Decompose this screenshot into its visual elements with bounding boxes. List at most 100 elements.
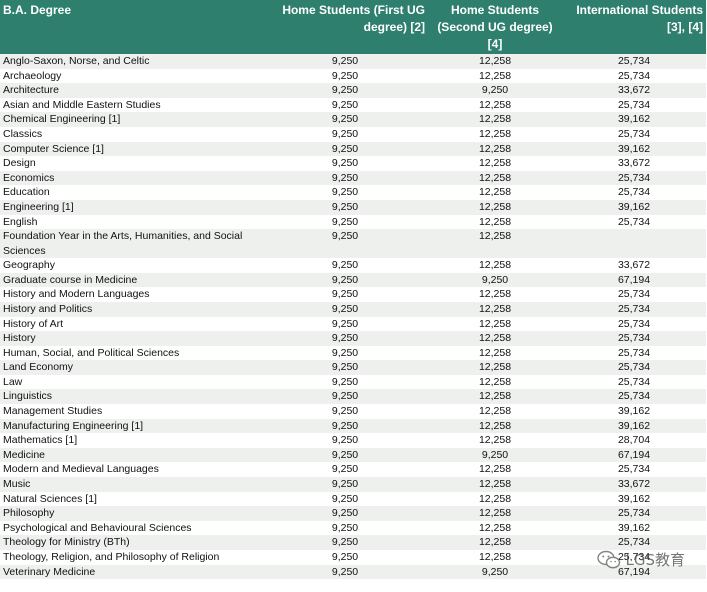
degree-cell: Linguistics	[0, 389, 262, 405]
table-row: Classics 9,250 12,258 25,734	[0, 126, 706, 142]
home-first-cell: 9,250	[262, 83, 428, 98]
table-row: Mathematics [1] 9,250 12,258 28,704	[0, 433, 706, 448]
home-second-cell: 12,258	[428, 550, 562, 565]
table-row: Natural Sciences [1] 9,250 12,258 39,162	[0, 491, 706, 507]
home-second-cell: 12,258	[428, 214, 562, 230]
home-second-cell: 12,258	[428, 345, 562, 361]
table-row: Computer Science [1] 9,250 12,258 39,162	[0, 141, 706, 157]
table-row: History of Art 9,250 12,258 25,734	[0, 316, 706, 332]
degree-cell: Education	[0, 185, 262, 200]
home-second-cell: 12,258	[428, 491, 562, 507]
home-first-cell: 9,250	[262, 126, 428, 142]
home-first-cell: 9,250	[262, 433, 428, 448]
home-second-cell: 12,258	[428, 185, 562, 200]
home-first-cell: 9,250	[262, 301, 428, 317]
home-first-cell: 9,250	[262, 272, 428, 288]
table-row: Engineering [1] 9,250 12,258 39,162	[0, 199, 706, 215]
degree-cell: Mathematics [1]	[0, 433, 262, 448]
international-cell: 39,162	[562, 112, 706, 127]
degree-cell: History	[0, 331, 262, 346]
home-second-cell: 12,258	[428, 301, 562, 317]
international-cell: 25,734	[562, 126, 706, 142]
home-first-cell: 9,250	[262, 258, 428, 273]
degree-cell: Theology, Religion, and Philosophy of Re…	[0, 550, 262, 565]
home-first-cell: 9,250	[262, 54, 428, 69]
table-header-row: B.A. Degree Home Students (First UG degr…	[0, 0, 706, 54]
degree-cell: Archaeology	[0, 68, 262, 84]
home-second-cell: 9,250	[428, 564, 562, 580]
degree-cell: Chemical Engineering [1]	[0, 112, 262, 127]
home-second-cell: 12,258	[428, 360, 562, 375]
table-row: History 9,250 12,258 25,734	[0, 331, 706, 346]
home-first-cell: 9,250	[262, 316, 428, 332]
international-cell: 25,734	[562, 462, 706, 478]
degree-cell: Human, Social, and Political Sciences	[0, 345, 262, 361]
table-row: Foundation Year in the Arts, Humanities,…	[0, 229, 706, 259]
home-first-cell: 9,250	[262, 185, 428, 200]
home-first-cell: 9,250	[262, 68, 428, 84]
home-second-cell: 12,258	[428, 156, 562, 171]
table-row: History and Modern Languages 9,250 12,258 2…	[0, 287, 706, 302]
home-second-cell: 12,258	[428, 229, 562, 259]
degree-cell: Land Economy	[0, 360, 262, 375]
table-row: English 9,250 12,258 25,734	[0, 214, 706, 230]
home-second-cell: 9,250	[428, 83, 562, 98]
table-row: Archaeology 9,250 12,258 25,734	[0, 68, 706, 84]
home-second-cell: 12,258	[428, 258, 562, 273]
home-first-cell: 9,250	[262, 506, 428, 521]
table-row: Education 9,250 12,258 25,734	[0, 185, 706, 200]
home-second-cell: 12,258	[428, 112, 562, 127]
international-cell: 39,162	[562, 418, 706, 434]
table-row: Law 9,250 12,258 25,734	[0, 374, 706, 390]
international-cell: 39,162	[562, 141, 706, 157]
home-first-cell: 9,250	[262, 535, 428, 550]
international-cell: 25,734	[562, 68, 706, 84]
degree-cell: Modern and Medieval Languages	[0, 462, 262, 478]
international-cell: 25,734	[562, 506, 706, 521]
degree-cell: Psychological and Behavioural Sciences	[0, 520, 262, 536]
international-cell: 25,734	[562, 97, 706, 113]
table-row: Management Studies 9,250 12,258 39,162	[0, 404, 706, 419]
degree-cell: Management Studies	[0, 404, 262, 419]
home-second-cell: 12,258	[428, 374, 562, 390]
international-cell: 39,162	[562, 491, 706, 507]
table-row: Veterinary Medicine 9,250 9,250 67,194	[0, 564, 706, 580]
degree-cell: English	[0, 214, 262, 230]
table-row: Linguistics 9,250 12,258 25,734	[0, 389, 706, 405]
degree-cell: Computer Science [1]	[0, 141, 262, 157]
degree-cell: Design	[0, 156, 262, 171]
international-cell: 25,734	[562, 287, 706, 302]
home-second-cell: 12,258	[428, 199, 562, 215]
home-first-cell: 9,250	[262, 447, 428, 463]
international-cell: 25,734	[562, 550, 706, 565]
degree-cell: Law	[0, 374, 262, 390]
degree-cell: Engineering [1]	[0, 199, 262, 215]
table-row: Philosophy 9,250 12,258 25,734	[0, 506, 706, 521]
international-cell: 25,734	[562, 214, 706, 230]
degree-cell: Medicine	[0, 447, 262, 463]
home-second-cell: 12,258	[428, 97, 562, 113]
home-second-cell: 12,258	[428, 418, 562, 434]
international-cell: 67,194	[562, 447, 706, 463]
international-cell: 25,734	[562, 185, 706, 200]
home-second-cell: 12,258	[428, 477, 562, 492]
international-cell: 33,672	[562, 156, 706, 171]
home-first-cell: 9,250	[262, 229, 428, 259]
header-home-second: Home Students (Second UG degree) [4]	[428, 0, 562, 54]
tuition-fees-table: B.A. Degree Home Students (First UG degr…	[0, 0, 706, 580]
header-home-first: Home Students (First UG degree) [2]	[262, 0, 428, 54]
degree-cell: Music	[0, 477, 262, 492]
home-first-cell: 9,250	[262, 389, 428, 405]
international-cell: 25,734	[562, 331, 706, 346]
table-row: Anglo-Saxon, Norse, and Celtic 9,250 12,25…	[0, 54, 706, 69]
home-first-cell: 9,250	[262, 141, 428, 157]
degree-cell: Anglo-Saxon, Norse, and Celtic	[0, 54, 262, 69]
home-first-cell: 9,250	[262, 97, 428, 113]
degree-cell: Foundation Year in the Arts, Humanities,…	[0, 229, 262, 259]
degree-cell: Architecture	[0, 83, 262, 98]
home-first-cell: 9,250	[262, 418, 428, 434]
home-second-cell: 12,258	[428, 170, 562, 186]
international-cell: 25,734	[562, 54, 706, 69]
degree-cell: Veterinary Medicine	[0, 564, 262, 580]
table-row: Asian and Middle Eastern Studies 9,250 12,…	[0, 97, 706, 113]
